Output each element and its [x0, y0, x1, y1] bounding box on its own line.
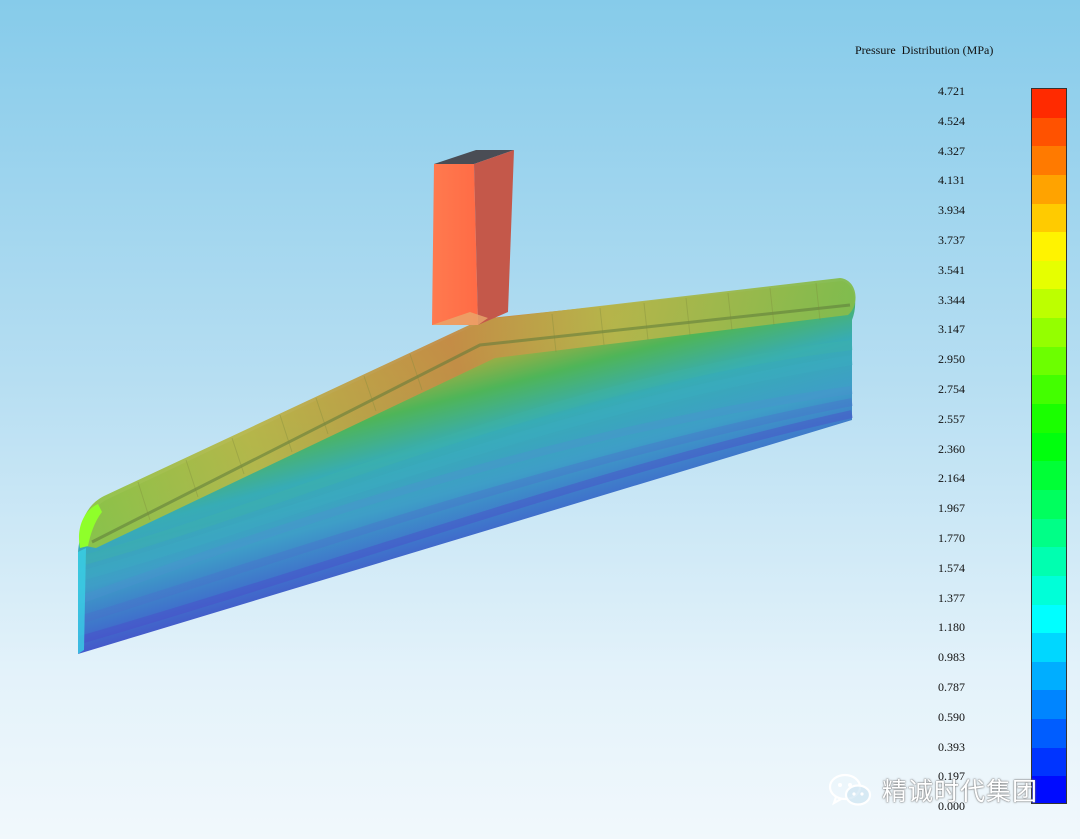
legend-swatch: [1032, 203, 1066, 233]
wechat-icon: [828, 773, 872, 806]
legend-tick-label: 2.950: [938, 352, 965, 367]
legend-tick-label: 4.327: [938, 143, 965, 158]
watermark-text: 精诚时代集团: [882, 777, 1039, 806]
color-scale-bar: [1031, 88, 1067, 804]
legend-swatch: [1032, 174, 1066, 205]
legend-swatch: [1032, 232, 1066, 262]
legend-tick-label: 2.754: [938, 382, 965, 396]
legend-swatch: [1032, 89, 1066, 119]
legend-tick-label: 1.377: [938, 590, 965, 605]
watermark: 精诚时代集团: [828, 770, 1038, 810]
legend-swatch: [1032, 318, 1066, 348]
legend-swatch: [1032, 260, 1066, 290]
legend-swatch: [1032, 633, 1066, 663]
legend-swatch: [1032, 690, 1066, 720]
legend-swatch: [1032, 518, 1066, 548]
legend-swatch: [1032, 289, 1066, 319]
legend-tick-label: 2.164: [938, 471, 965, 486]
legend-swatch: [1032, 461, 1066, 491]
legend-tick-label: 0.393: [938, 739, 965, 754]
legend-swatch: [1032, 489, 1066, 520]
legend-swatch: [1032, 547, 1066, 577]
legend-tick-label: 0.787: [938, 680, 965, 694]
3d-viewport[interactable]: [0, 0, 1080, 839]
legend-title: Pressure Distribution (MPa): [855, 43, 994, 57]
legend-swatch: [1032, 661, 1066, 691]
legend-swatch: [1032, 404, 1066, 434]
legend-tick-label: 3.147: [938, 322, 965, 337]
legend-tick-label: 3.737: [938, 233, 965, 247]
legend-tick-label: 3.934: [938, 203, 965, 218]
legend-swatch: [1032, 375, 1066, 405]
legend-swatch: [1032, 719, 1066, 749]
legend-tick-label: 2.360: [938, 441, 965, 456]
legend-swatch: [1032, 575, 1066, 605]
legend-tick-label: 4.721: [938, 84, 965, 98]
legend-swatch: [1032, 346, 1066, 376]
legend-tick-label: 0.590: [938, 709, 965, 724]
legend-tick-label: 1.770: [938, 531, 965, 545]
legend-swatch: [1032, 117, 1066, 147]
legend-tick-label: 4.131: [938, 173, 965, 188]
legend-swatch: [1032, 146, 1066, 176]
legend-tick-label: 1.967: [938, 501, 965, 516]
sprue: [432, 150, 514, 325]
legend-swatch: [1032, 432, 1066, 462]
legend-tick-label: 0.983: [938, 650, 965, 665]
legend-tick-label: 3.344: [938, 292, 965, 307]
legend-tick-label: 1.180: [938, 620, 965, 635]
legend-tick-label: 3.541: [938, 262, 965, 277]
legend-tick-label: 2.557: [938, 411, 965, 426]
legend-tick-label: 4.524: [938, 113, 965, 128]
legend-tick-label: 1.574: [938, 560, 965, 575]
legend-swatch: [1032, 604, 1066, 634]
